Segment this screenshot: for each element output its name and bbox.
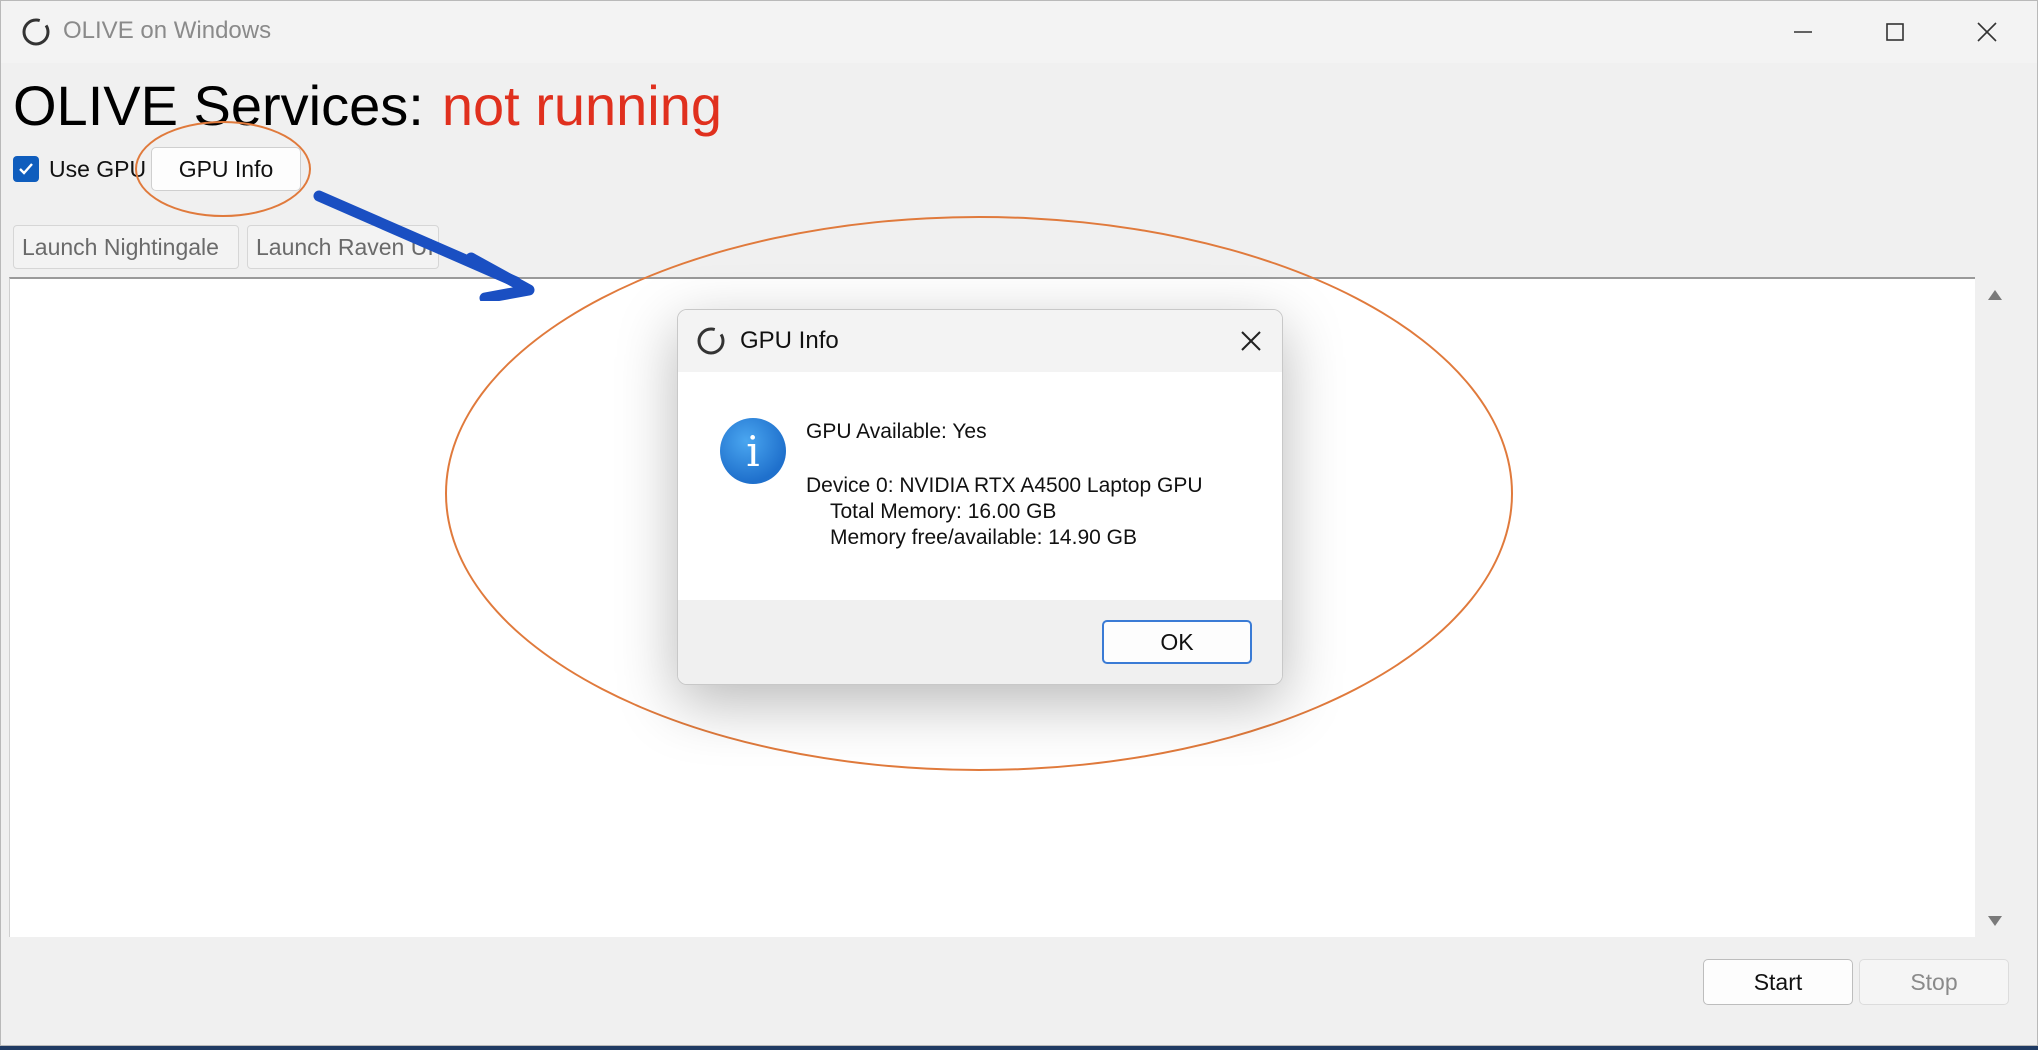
close-icon	[1977, 22, 1997, 42]
scroll-down-icon	[1988, 916, 2002, 926]
olive-logo-icon	[697, 327, 725, 355]
minimize-icon	[1794, 31, 1812, 33]
device-text: Device 0: NVIDIA RTX A4500 Laptop GPU	[806, 474, 1203, 497]
use-gpu-checkbox[interactable]	[13, 156, 39, 182]
services-status: not running	[441, 74, 723, 137]
services-status-heading: OLIVE Services: not running	[13, 73, 722, 138]
close-window-button[interactable]	[1941, 7, 2033, 57]
dialog-title-bar: GPU Info	[678, 310, 1282, 372]
ok-button[interactable]: OK	[1102, 620, 1252, 664]
start-button[interactable]: Start	[1703, 959, 1853, 1005]
window-title: OLIVE on Windows	[63, 17, 272, 44]
free-memory-text: Memory free/available: 14.90 GB	[830, 526, 1137, 549]
dialog-close-button[interactable]	[1234, 324, 1268, 358]
checkmark-icon	[19, 163, 33, 175]
gpu-available-text: GPU Available: Yes	[806, 420, 987, 443]
annotation-ellipse-gpu-button	[135, 121, 311, 217]
scroll-down-button[interactable]	[1985, 911, 2005, 931]
main-window: OLIVE on Windows OLIVE Services: not runn…	[0, 0, 2038, 1046]
olive-logo-icon	[22, 18, 50, 46]
close-icon	[1241, 331, 1261, 351]
total-memory-text: Total Memory: 16.00 GB	[830, 500, 1057, 523]
gpu-info-dialog: GPU Info i GPU Available: Yes Device 0: …	[677, 309, 1283, 685]
dialog-title: GPU Info	[740, 327, 839, 354]
scroll-up-icon	[1988, 290, 2002, 300]
maximize-icon	[1886, 23, 1904, 41]
use-gpu-label: Use GPU	[49, 155, 147, 182]
launch-nightingale-button[interactable]: Launch Nightingale	[13, 225, 239, 269]
maximize-button[interactable]	[1849, 7, 1941, 57]
minimize-button[interactable]	[1757, 7, 1849, 57]
stop-button[interactable]: Stop	[1859, 959, 2009, 1005]
use-gpu-row: Use GPU	[13, 149, 146, 189]
title-bar: OLIVE on Windows	[1, 1, 2037, 63]
info-icon: i	[720, 418, 786, 484]
annotation-arrow-icon	[313, 190, 535, 301]
scroll-up-button[interactable]	[1985, 285, 2005, 305]
